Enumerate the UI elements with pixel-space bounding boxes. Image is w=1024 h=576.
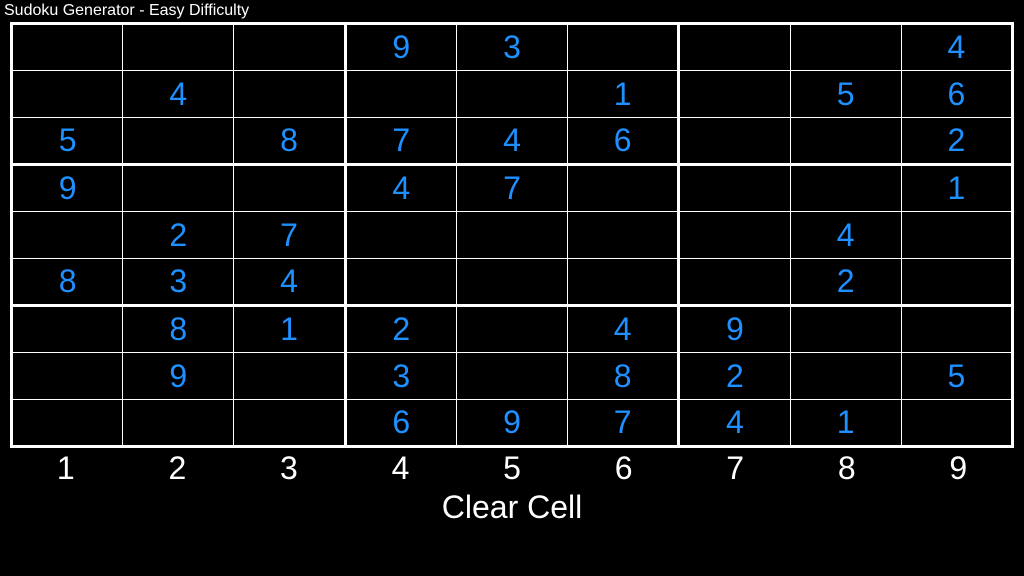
cell-r4-c8[interactable]: [901, 212, 1012, 259]
cell-r4-c1[interactable]: 2: [123, 212, 234, 259]
number-button-4[interactable]: 4: [345, 450, 457, 487]
cell-r3-c7[interactable]: [790, 165, 901, 212]
cell-r0-c1[interactable]: [123, 24, 234, 71]
cell-r2-c1[interactable]: [123, 118, 234, 165]
cell-r8-c5[interactable]: 7: [568, 400, 679, 447]
cell-r6-c6[interactable]: 9: [679, 306, 790, 353]
cell-r3-c4[interactable]: 7: [456, 165, 567, 212]
cell-r8-c2[interactable]: [234, 400, 345, 447]
cell-r5-c5[interactable]: [568, 259, 679, 306]
cell-r5-c1[interactable]: 3: [123, 259, 234, 306]
number-button-5[interactable]: 5: [456, 450, 568, 487]
window-title: Sudoku Generator - Easy Difficulty: [0, 0, 1024, 22]
cell-r3-c2[interactable]: [234, 165, 345, 212]
clear-cell-button[interactable]: Clear Cell: [10, 487, 1014, 526]
cell-r2-c2[interactable]: 8: [234, 118, 345, 165]
cell-r3-c0[interactable]: 9: [12, 165, 123, 212]
cell-r4-c6[interactable]: [679, 212, 790, 259]
cell-r7-c2[interactable]: [234, 353, 345, 400]
cell-r6-c7[interactable]: [790, 306, 901, 353]
number-button-9[interactable]: 9: [903, 450, 1015, 487]
cell-r1-c4[interactable]: [456, 71, 567, 118]
sudoku-board-container: 934415658746294712748342812499382569741: [0, 22, 1024, 448]
cell-r4-c2[interactable]: 7: [234, 212, 345, 259]
cell-r1-c2[interactable]: [234, 71, 345, 118]
cell-r5-c7[interactable]: 2: [790, 259, 901, 306]
cell-r1-c1[interactable]: 4: [123, 71, 234, 118]
cell-r7-c6[interactable]: 2: [679, 353, 790, 400]
cell-r3-c1[interactable]: [123, 165, 234, 212]
cell-r6-c5[interactable]: 4: [568, 306, 679, 353]
cell-r0-c2[interactable]: [234, 24, 345, 71]
cell-r8-c0[interactable]: [12, 400, 123, 447]
cell-r8-c8[interactable]: [901, 400, 1012, 447]
cell-r0-c3[interactable]: 9: [345, 24, 456, 71]
cell-r1-c0[interactable]: [12, 71, 123, 118]
cell-r8-c1[interactable]: [123, 400, 234, 447]
cell-r3-c8[interactable]: 1: [901, 165, 1012, 212]
cell-r2-c4[interactable]: 4: [456, 118, 567, 165]
cell-r0-c0[interactable]: [12, 24, 123, 71]
cell-r7-c7[interactable]: [790, 353, 901, 400]
number-button-3[interactable]: 3: [233, 450, 345, 487]
cell-r2-c7[interactable]: [790, 118, 901, 165]
cell-r2-c3[interactable]: 7: [345, 118, 456, 165]
cell-r4-c0[interactable]: [12, 212, 123, 259]
cell-r0-c8[interactable]: 4: [901, 24, 1012, 71]
cell-r5-c0[interactable]: 8: [12, 259, 123, 306]
cell-r2-c0[interactable]: 5: [12, 118, 123, 165]
cell-r6-c3[interactable]: 2: [345, 306, 456, 353]
cell-r3-c6[interactable]: [679, 165, 790, 212]
cell-r6-c1[interactable]: 8: [123, 306, 234, 353]
cell-r0-c7[interactable]: [790, 24, 901, 71]
cell-r2-c6[interactable]: [679, 118, 790, 165]
cell-r3-c3[interactable]: 4: [345, 165, 456, 212]
number-button-2[interactable]: 2: [122, 450, 234, 487]
cell-r4-c7[interactable]: 4: [790, 212, 901, 259]
cell-r5-c3[interactable]: [345, 259, 456, 306]
cell-r7-c5[interactable]: 8: [568, 353, 679, 400]
cell-r1-c7[interactable]: 5: [790, 71, 901, 118]
cell-r0-c5[interactable]: [568, 24, 679, 71]
cell-r8-c7[interactable]: 1: [790, 400, 901, 447]
number-picker-row: 123456789: [10, 448, 1014, 487]
cell-r1-c3[interactable]: [345, 71, 456, 118]
cell-r4-c3[interactable]: [345, 212, 456, 259]
cell-r7-c8[interactable]: 5: [901, 353, 1012, 400]
cell-r4-c5[interactable]: [568, 212, 679, 259]
cell-r5-c4[interactable]: [456, 259, 567, 306]
cell-r5-c8[interactable]: [901, 259, 1012, 306]
cell-r5-c6[interactable]: [679, 259, 790, 306]
cell-r0-c6[interactable]: [679, 24, 790, 71]
cell-r3-c5[interactable]: [568, 165, 679, 212]
sudoku-board: 934415658746294712748342812499382569741: [10, 22, 1014, 448]
cell-r6-c4[interactable]: [456, 306, 567, 353]
cell-r7-c1[interactable]: 9: [123, 353, 234, 400]
cell-r8-c4[interactable]: 9: [456, 400, 567, 447]
cell-r1-c8[interactable]: 6: [901, 71, 1012, 118]
cell-r2-c5[interactable]: 6: [568, 118, 679, 165]
cell-r6-c2[interactable]: 1: [234, 306, 345, 353]
cell-r8-c6[interactable]: 4: [679, 400, 790, 447]
cell-r1-c6[interactable]: [679, 71, 790, 118]
cell-r7-c0[interactable]: [12, 353, 123, 400]
cell-r7-c3[interactable]: 3: [345, 353, 456, 400]
cell-r1-c5[interactable]: 1: [568, 71, 679, 118]
cell-r6-c0[interactable]: [12, 306, 123, 353]
cell-r7-c4[interactable]: [456, 353, 567, 400]
cell-r4-c4[interactable]: [456, 212, 567, 259]
number-button-6[interactable]: 6: [568, 450, 680, 487]
number-button-8[interactable]: 8: [791, 450, 903, 487]
cell-r8-c3[interactable]: 6: [345, 400, 456, 447]
number-button-1[interactable]: 1: [10, 450, 122, 487]
number-button-7[interactable]: 7: [679, 450, 791, 487]
cell-r0-c4[interactable]: 3: [456, 24, 567, 71]
cell-r5-c2[interactable]: 4: [234, 259, 345, 306]
cell-r2-c8[interactable]: 2: [901, 118, 1012, 165]
cell-r6-c8[interactable]: [901, 306, 1012, 353]
